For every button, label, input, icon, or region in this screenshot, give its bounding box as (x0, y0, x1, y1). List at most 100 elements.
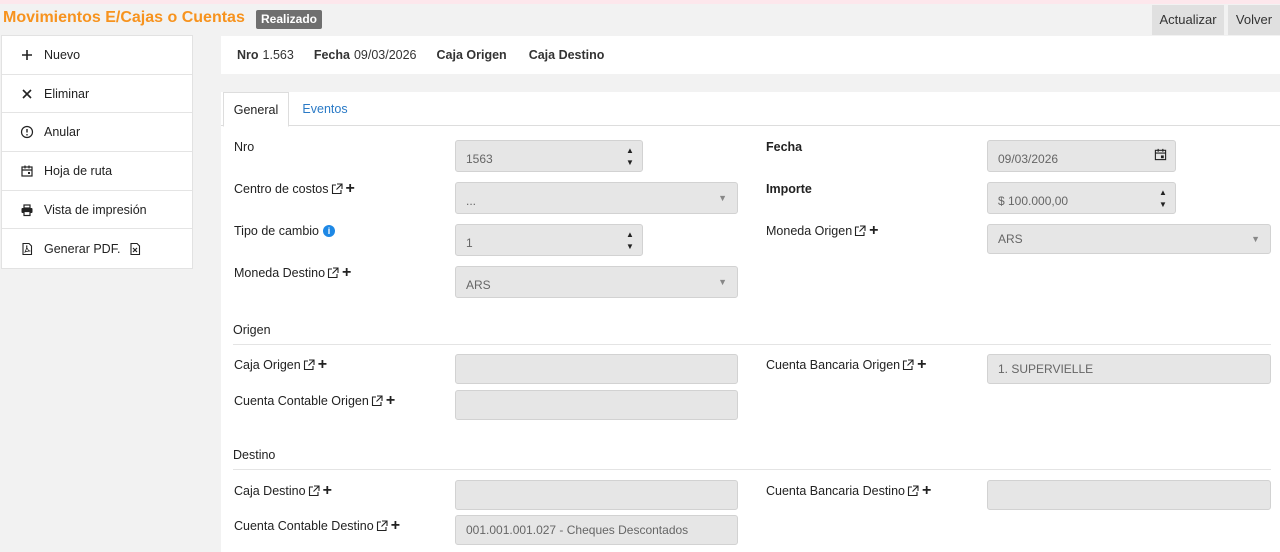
refresh-button[interactable]: Actualizar (1152, 5, 1224, 35)
origen-section-title: Origen (233, 323, 271, 337)
info-icon[interactable]: i (323, 225, 335, 237)
tab-bar: General Eventos (221, 92, 1280, 127)
cuenta-contable-origen-input[interactable] (455, 390, 738, 420)
external-link-icon[interactable] (308, 485, 320, 497)
add-icon[interactable]: + (386, 393, 395, 409)
centro-costos-label: Centro de costos + (234, 181, 355, 197)
tipo-cambio-label: Tipo de cambio i (234, 224, 335, 238)
cuenta-bancaria-destino-text: Cuenta Bancaria Destino (766, 484, 905, 498)
add-icon[interactable]: + (318, 357, 327, 373)
excel-icon[interactable] (128, 242, 142, 256)
printer-icon (20, 203, 34, 217)
calendar-icon[interactable] (1154, 148, 1167, 161)
alert-circle-icon (20, 125, 34, 139)
external-link-icon[interactable] (327, 267, 339, 279)
summary-nro-label: Nro (237, 48, 259, 62)
summary-fecha-value: 09/03/2026 (353, 48, 417, 62)
page-title: Movimientos E/Cajas o Cuentas (3, 9, 245, 26)
generate-pdf-label: Generar PDF. (44, 241, 121, 256)
fecha-input[interactable]: 09/03/2026 (987, 140, 1176, 172)
chevron-down-icon: ▼ (1251, 234, 1260, 244)
back-button[interactable]: Volver (1228, 5, 1280, 35)
route-sheet-button[interactable]: Hoja de ruta (2, 152, 192, 191)
tab-general[interactable]: General (223, 92, 289, 127)
tipo-cambio-stepper[interactable]: ▲ ▼ (626, 231, 634, 251)
centro-costos-value: ... (466, 194, 477, 208)
stepper-down-icon[interactable]: ▼ (1159, 201, 1167, 209)
actions-sidebar: Nuevo Eliminar Anular Hoja de ruta Vista… (1, 35, 193, 270)
add-icon[interactable]: + (342, 265, 351, 281)
external-link-icon[interactable] (907, 485, 919, 497)
new-button[interactable]: Nuevo (2, 36, 192, 75)
cuenta-bancaria-origen-value: 1. SUPERVIELLE (998, 362, 1094, 376)
moneda-origen-value: ARS (998, 232, 1023, 246)
add-icon[interactable]: + (922, 483, 931, 499)
stepper-up-icon[interactable]: ▲ (626, 147, 634, 155)
tab-eventos[interactable]: Eventos (301, 92, 349, 127)
cuenta-contable-destino-text: Cuenta Contable Destino (234, 519, 374, 533)
moneda-destino-value: ARS (466, 278, 491, 292)
moneda-origen-text: Moneda Origen (766, 224, 853, 238)
add-icon[interactable]: + (869, 223, 878, 239)
add-icon[interactable]: + (323, 483, 332, 499)
delete-button[interactable]: Eliminar (2, 75, 192, 114)
external-link-icon[interactable] (902, 359, 914, 371)
stepper-up-icon[interactable]: ▲ (626, 231, 634, 239)
centro-costos-text: Centro de costos (234, 182, 329, 196)
external-link-icon[interactable] (331, 183, 343, 195)
tipo-cambio-value: 1 (466, 236, 473, 250)
chevron-down-icon: ▼ (718, 193, 727, 203)
external-link-icon[interactable] (854, 225, 866, 237)
route-sheet-label: Hoja de ruta (44, 163, 113, 178)
print-view-button[interactable]: Vista de impresión (2, 191, 192, 230)
add-icon[interactable]: + (346, 181, 355, 197)
external-link-icon[interactable] (303, 359, 315, 371)
fecha-value: 09/03/2026 (998, 152, 1059, 166)
importe-value: $ 100.000,00 (998, 194, 1069, 208)
add-icon[interactable]: + (917, 357, 926, 373)
main-panel: General Eventos Nro 1563 ▲ ▼ Fecha 09/03/… (221, 92, 1280, 552)
nro-stepper[interactable]: ▲ ▼ (626, 147, 634, 167)
moneda-origen-label: Moneda Origen + (766, 223, 879, 239)
delete-label: Eliminar (44, 86, 90, 101)
nro-input[interactable]: 1563 ▲ ▼ (455, 140, 643, 172)
add-icon[interactable]: + (391, 518, 400, 534)
plus-icon (20, 48, 34, 62)
tipo-cambio-input[interactable]: 1 ▲ ▼ (455, 224, 643, 256)
cuenta-bancaria-origen-label: Cuenta Bancaria Origen + (766, 357, 926, 373)
cuenta-bancaria-origen-text: Cuenta Bancaria Origen (766, 358, 901, 372)
caja-destino-text: Caja Destino (234, 484, 306, 498)
void-button[interactable]: Anular (2, 113, 192, 153)
caja-origen-text: Caja Origen (234, 358, 301, 372)
cuenta-bancaria-origen-input[interactable]: 1. SUPERVIELLE (987, 354, 1271, 384)
importe-input[interactable]: $ 100.000,00 ▲ ▼ (987, 182, 1176, 214)
external-link-icon[interactable] (371, 395, 383, 407)
caja-destino-input[interactable] (455, 480, 738, 510)
stepper-up-icon[interactable]: ▲ (1159, 189, 1167, 197)
stepper-down-icon[interactable]: ▼ (626, 159, 634, 167)
print-view-label: Vista de impresión (44, 202, 147, 217)
cuenta-bancaria-destino-label: Cuenta Bancaria Destino + (766, 483, 931, 499)
caja-origen-input[interactable] (455, 354, 738, 384)
generate-pdf-button[interactable]: Generar PDF. (2, 229, 192, 268)
caja-destino-label: Caja Destino + (234, 483, 332, 499)
pdf-icon (20, 242, 34, 256)
summary-nro-value: 1.563 (262, 48, 294, 62)
fecha-label: Fecha (766, 140, 803, 154)
void-label: Anular (44, 125, 81, 140)
moneda-origen-select[interactable]: ARS ▼ (987, 224, 1271, 254)
caja-origen-label: Caja Origen + (234, 357, 327, 373)
stepper-down-icon[interactable]: ▼ (626, 243, 634, 251)
summary-fecha-label: Fecha (313, 48, 350, 62)
top-accent-line (0, 0, 1280, 4)
centro-costos-select[interactable]: ... ▼ (455, 182, 738, 214)
cuenta-contable-origen-text: Cuenta Contable Origen (234, 394, 369, 408)
origen-divider (233, 344, 1271, 345)
moneda-destino-select[interactable]: ARS ▼ (455, 266, 738, 298)
importe-label: Importe (766, 182, 812, 196)
cuenta-contable-destino-input[interactable]: 001.001.001.027 - Cheques Descontados (455, 515, 738, 545)
external-link-icon[interactable] (376, 520, 388, 532)
cuenta-bancaria-destino-input[interactable] (987, 480, 1271, 510)
moneda-destino-label: Moneda Destino + (234, 265, 351, 281)
importe-stepper[interactable]: ▲ ▼ (1159, 189, 1167, 209)
